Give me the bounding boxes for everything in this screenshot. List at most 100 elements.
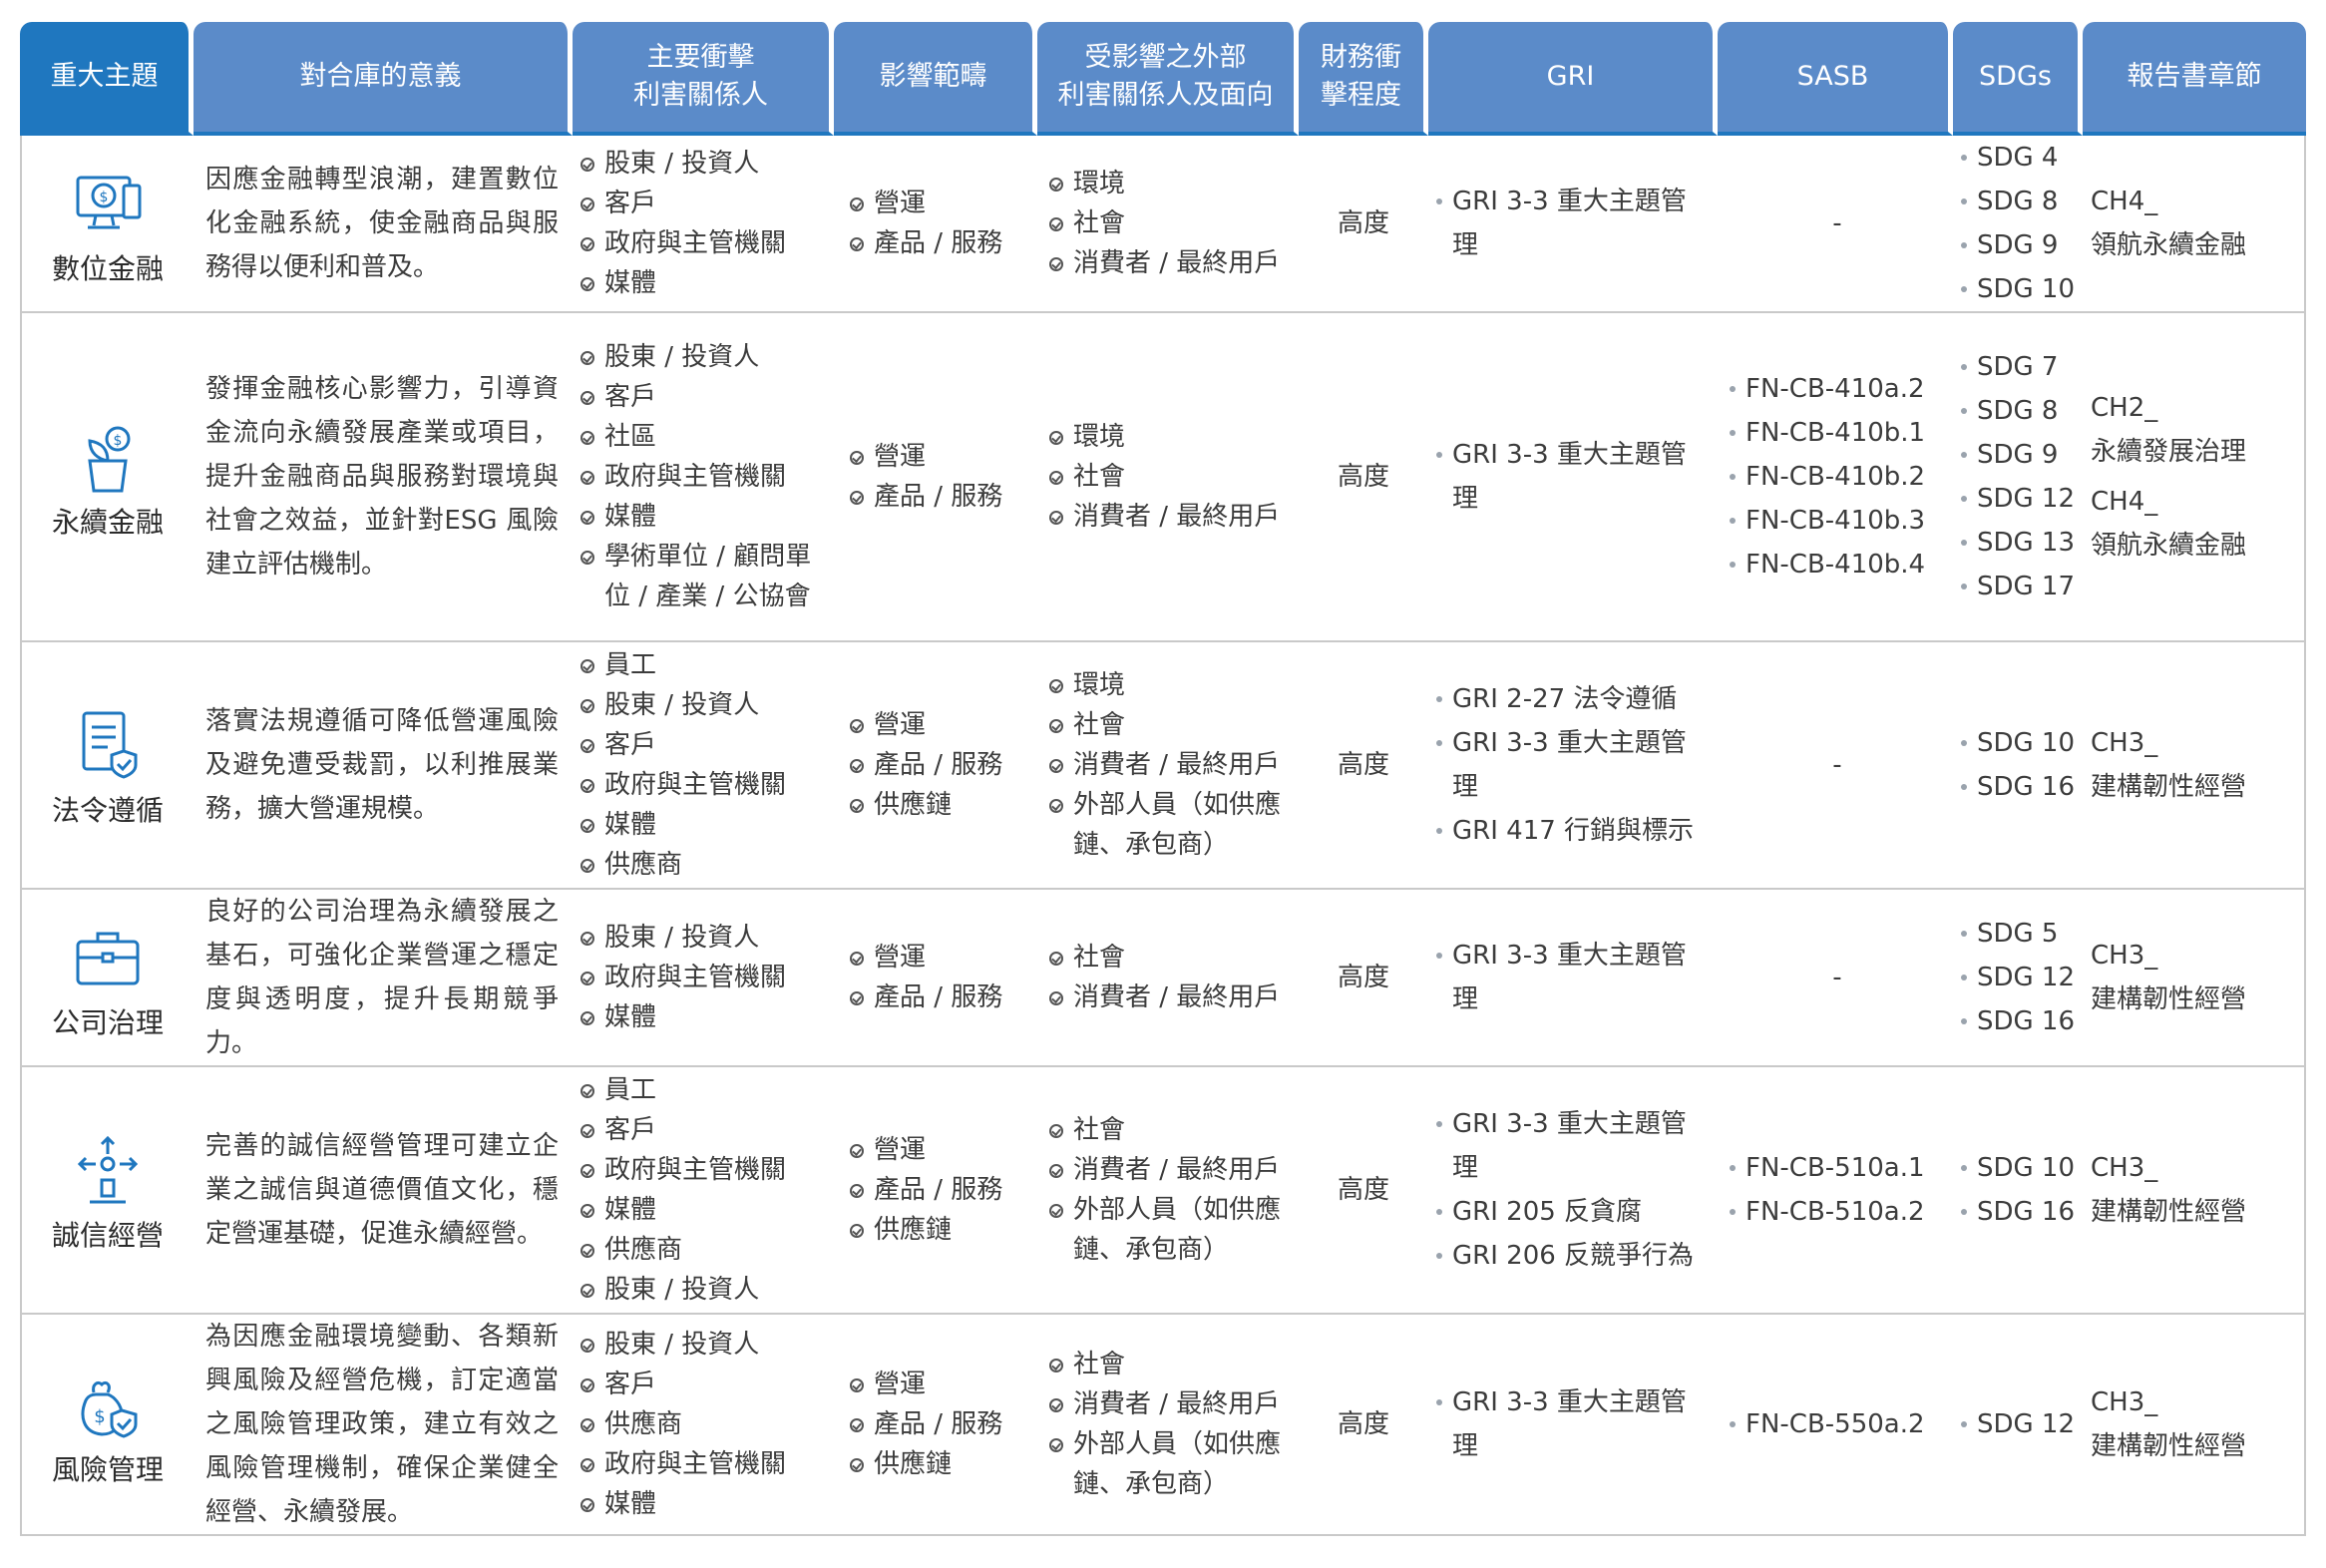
meaning-cell: 發揮金融核心影響力，引導資金流向永續發展產業或項目，提升金融商品與服務對環境與社… <box>194 313 573 642</box>
financial-cell: 高度 <box>1299 890 1428 1067</box>
financial-cell: 高度 <box>1299 1315 1428 1536</box>
external-item: 環境 <box>1047 665 1293 705</box>
topic-name: 數位金融 <box>51 251 164 285</box>
table-row: $ 數位金融 因應金融轉型浪潮，建置數位化金融系統，使金融商品與服務得以便利和普及。… <box>20 136 2306 313</box>
digital-finance-icon: $ <box>68 164 148 243</box>
scope-item: 營運 <box>848 705 1031 745</box>
chapter-line: 建構韌性經營 <box>2091 1431 2247 1461</box>
financial-cell: 高度 <box>1299 642 1428 890</box>
sdg-item: SDG 12 <box>1959 1402 2077 1446</box>
sdg-item: SDG 7 <box>1959 345 2077 389</box>
topic-cell: $ 永續金融 <box>20 313 194 642</box>
sdgs-cell: SDG 12 <box>1953 1315 2083 1536</box>
stakeholder-item: 媒體 <box>579 497 828 537</box>
sasb-cell: FN-CB-550a.2 <box>1718 1315 1953 1536</box>
chapter-line: 建構韌性經營 <box>2091 772 2247 802</box>
sasb-cell: - <box>1718 642 1953 890</box>
chapter-cell: CH2_ 永續發展治理 CH4_ 領航永續金融 <box>2083 313 2306 642</box>
sasb-empty: - <box>1832 750 1842 780</box>
financial-cell: 高度 <box>1299 313 1428 642</box>
sdg-item: SDG 10 <box>1959 721 2077 765</box>
header-topic: 重大主題 <box>20 22 194 136</box>
compliance-icon <box>68 705 148 785</box>
scope-item: 供應鏈 <box>848 785 1031 825</box>
chapter-cell: CH4_ 領航永續金融 <box>2083 136 2306 313</box>
topic-cell: $ 數位金融 <box>20 136 194 313</box>
scope-list: 營運 產品 / 服務 供應鏈 <box>848 1130 1031 1250</box>
sdg-item: SDG 8 <box>1959 389 2077 433</box>
sdg-item: SDG 16 <box>1959 1190 2077 1234</box>
stakeholder-item: 媒體 <box>579 1190 828 1230</box>
topic-cell: 法令遵循 <box>20 642 194 890</box>
external-cell: 環境 社會 消費者 / 最終用戶 外部人員（如供應鏈、承包商） <box>1037 642 1299 890</box>
table-row: 法令遵循 落實法規遵循可降低營運風險及避免遭受裁罰，以利推展業務，擴大營運規模。員… <box>20 642 2306 890</box>
sdg-item: SDG 10 <box>1959 267 2077 311</box>
header-chapter: 報告書章節 <box>2083 22 2306 136</box>
gri-item: GRI 3-3 重大主題管理 <box>1434 180 1712 267</box>
sasb-cell: FN-CB-410a.2 FN-CB-410b.1 FN-CB-410b.2 FN-C… <box>1718 313 1953 642</box>
chapter-line: 領航永續金融 <box>2091 531 2247 561</box>
stakeholder-item: 媒體 <box>579 997 828 1037</box>
header-stakeholders: 主要衝擊 利害關係人 <box>573 22 834 136</box>
scope-item: 營運 <box>848 437 1031 477</box>
svg-text:$: $ <box>100 190 109 205</box>
stakeholder-list: 股東 / 投資人 客戶 政府與主管機關 媒體 <box>579 144 828 303</box>
stakeholders-cell: 股東 / 投資人 客戶 社區 政府與主管機關 媒體 學術單位 / 顧問單位 / 產業 / … <box>573 313 834 642</box>
stakeholder-item: 政府與主管機關 <box>579 1444 828 1484</box>
table-row: $ 風險管理 為因應金融環境變動、各類新興風險及經營危機，訂定適當之風險管理政策，建… <box>20 1315 2306 1536</box>
sasb-item: FN-CB-550a.2 <box>1728 1402 1947 1446</box>
sdg-item: SDG 12 <box>1959 477 2077 521</box>
topic-name: 永續金融 <box>51 505 164 539</box>
chapter-line: CH3_ <box>2091 941 2158 971</box>
topic-name: 誠信經營 <box>51 1218 164 1252</box>
stakeholder-item: 政府與主管機關 <box>579 958 828 997</box>
header-financial: 財務衝 擊程度 <box>1299 22 1428 136</box>
gri-cell: GRI 3-3 重大主題管理 GRI 205 反貪腐 GRI 206 反競爭行為 <box>1428 1067 1718 1315</box>
gri-list: GRI 3-3 重大主題管理 <box>1434 180 1712 267</box>
scope-cell: 營運 產品 / 服務 <box>834 136 1037 313</box>
stakeholders-cell: 員工 客戶 政府與主管機關 媒體 供應商 股東 / 投資人 <box>573 1067 834 1315</box>
stakeholder-item: 客戶 <box>579 184 828 223</box>
header-sasb: SASB <box>1718 22 1953 136</box>
external-item: 社會 <box>1047 705 1293 745</box>
material-topics-table-container: 重大主題 對合庫的意義 主要衝擊 利害關係人 影響範疇 受影響之外部 利害關係人… <box>20 22 2306 1536</box>
sdg-item: SDG 8 <box>1959 180 2077 223</box>
chapter-line: 永續發展治理 <box>2091 437 2247 467</box>
stakeholder-item: 股東 / 投資人 <box>579 337 828 377</box>
gri-list: GRI 3-3 重大主題管理 <box>1434 934 1712 1021</box>
stakeholder-item: 媒體 <box>579 263 828 303</box>
stakeholders-cell: 員工 股東 / 投資人 客戶 政府與主管機關 媒體 供應商 <box>573 642 834 890</box>
topic-name: 風險管理 <box>51 1452 164 1486</box>
stakeholder-list: 股東 / 投資人 客戶 供應商 政府與主管機關 媒體 <box>579 1325 828 1524</box>
sdgs-cell: SDG 4 SDG 8 SDG 9 SDG 10 <box>1953 136 2083 313</box>
scope-item: 供應鏈 <box>848 1210 1031 1250</box>
stakeholder-item: 媒體 <box>579 805 828 845</box>
sdg-item: SDG 9 <box>1959 433 2077 477</box>
chapter-cell: CH3_ 建構韌性經營 <box>2083 890 2306 1067</box>
stakeholders-cell: 股東 / 投資人 客戶 供應商 政府與主管機關 媒體 <box>573 1315 834 1536</box>
sdgs-cell: SDG 7 SDG 8 SDG 9 SDG 12 SDG 13 SDG 17 <box>1953 313 2083 642</box>
material-topics-table: 重大主題 對合庫的意義 主要衝擊 利害關係人 影響範疇 受影響之外部 利害關係人… <box>20 22 2306 1536</box>
stakeholder-item: 供應商 <box>579 1230 828 1270</box>
scope-item: 產品 / 服務 <box>848 1170 1031 1210</box>
topic-cell: 誠信經營 <box>20 1067 194 1315</box>
gri-item: GRI 3-3 重大主題管理 <box>1434 1380 1712 1468</box>
stakeholder-item: 股東 / 投資人 <box>579 1270 828 1310</box>
external-item: 社會 <box>1047 1110 1293 1150</box>
header-gri: GRI <box>1428 22 1718 136</box>
topic-name: 公司治理 <box>51 1005 164 1039</box>
external-cell: 社會 消費者 / 最終用戶 外部人員（如供應鏈、承包商） <box>1037 1315 1299 1536</box>
meaning-cell: 落實法規遵循可降低營運風險及避免遭受裁罰，以利推展業務，擴大營運規模。 <box>194 642 573 890</box>
sasb-item: FN-CB-510a.2 <box>1728 1190 1947 1234</box>
external-list: 環境 社會 消費者 / 最終用戶 <box>1047 417 1293 537</box>
header-row: 重大主題 對合庫的意義 主要衝擊 利害關係人 影響範疇 受影響之外部 利害關係人… <box>20 22 2306 136</box>
external-list: 環境 社會 消費者 / 最終用戶 <box>1047 164 1293 283</box>
sasb-item: FN-CB-410b.2 <box>1728 455 1947 499</box>
stakeholder-item: 社區 <box>579 417 828 457</box>
gri-item: GRI 3-3 重大主題管理 <box>1434 433 1712 521</box>
external-item: 環境 <box>1047 417 1293 457</box>
table-body: $ 數位金融 因應金融轉型浪潮，建置數位化金融系統，使金融商品與服務得以便利和普及。… <box>20 136 2306 1536</box>
topic-name: 法令遵循 <box>51 793 164 827</box>
external-list: 社會 消費者 / 最終用戶 <box>1047 938 1293 1017</box>
chapter-line: 建構韌性經營 <box>2091 984 2247 1014</box>
